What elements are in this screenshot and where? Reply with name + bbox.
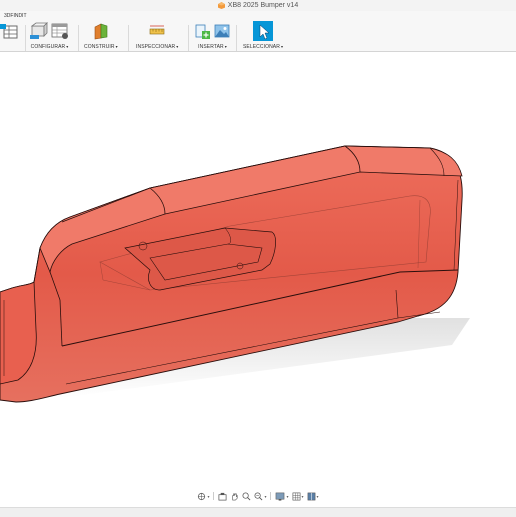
seleccionar-group[interactable]: SELECCIONAR▾ (243, 21, 283, 50)
display-settings-icon[interactable]: ▾ (275, 492, 289, 501)
pan-icon[interactable] (218, 492, 227, 501)
construir-label: CONSTRUIR (84, 44, 115, 50)
configurar-group[interactable]: CONFIGURAR▾ (30, 21, 69, 50)
workspace-tab[interactable]: 3DFINDIT (4, 13, 27, 19)
chevron-down-icon: ▾ (115, 44, 118, 49)
inspeccionar-group[interactable]: INSPECCIONAR▾ (136, 21, 178, 50)
configurar-label: CONFIGURAR (30, 44, 66, 50)
document-title: XB8 2025 Bumper v14 (227, 2, 299, 9)
nav-divider (213, 492, 215, 500)
chevron-down-icon: ▾ (66, 44, 69, 49)
setup-icon[interactable] (30, 22, 48, 40)
fusion-app-icon (217, 2, 225, 9)
toolbar-separator (25, 25, 26, 51)
zoom-icon[interactable] (242, 492, 251, 501)
insert-image-icon[interactable] (214, 22, 230, 40)
insertar-group[interactable]: INSERTAR▾ (195, 21, 230, 50)
grid-icon[interactable]: ▾ (292, 492, 304, 501)
chevron-down-icon: ▾ (176, 44, 179, 49)
toolbar-separator (128, 25, 129, 51)
setup-sheet-icon[interactable] (51, 22, 69, 40)
orbit-icon[interactable]: ▾ (197, 492, 209, 501)
chevron-down-icon: ▾ (280, 44, 284, 49)
measure-icon[interactable] (148, 22, 166, 40)
toolbar-separator (236, 25, 237, 51)
nav-divider (270, 492, 272, 500)
hand-icon[interactable] (230, 492, 239, 501)
insert-derive-icon[interactable] (195, 22, 211, 40)
chevron-down-icon: ▾ (286, 493, 289, 499)
bumper-3d-model[interactable] (0, 52, 516, 485)
chevron-down-icon: ▾ (264, 493, 267, 499)
canvas-viewport[interactable] (0, 52, 516, 485)
seleccionar-label: SELECCIONAR (243, 44, 280, 50)
select-icon[interactable] (252, 21, 274, 41)
toolbar-separator (188, 25, 189, 51)
insertar-label: INSERTAR (198, 44, 224, 50)
viewports-icon[interactable]: ▾ (307, 492, 319, 501)
toolbar: 3DFINDIT CONFIGURAR▾ CONSTRUIR▾ INSPECCI… (0, 11, 516, 52)
chevron-down-icon: ▾ (207, 493, 210, 499)
chevron-down-icon: ▾ (301, 493, 304, 499)
design-workspace-icon[interactable] (0, 23, 20, 41)
chevron-down-icon: ▾ (224, 44, 227, 49)
inspeccionar-label: INSPECCIONAR (136, 44, 176, 50)
toolbar-separator (78, 25, 79, 51)
chevron-down-icon: ▾ (316, 493, 319, 499)
navigation-bar: ▾ ▾ ▾ ▾ ▾ (0, 485, 516, 507)
construct-plane-icon[interactable] (92, 22, 110, 40)
title-bar: XB8 2025 Bumper v14 (0, 0, 516, 11)
construir-group[interactable]: CONSTRUIR▾ (84, 21, 118, 50)
zoom-window-icon[interactable]: ▾ (254, 492, 266, 501)
